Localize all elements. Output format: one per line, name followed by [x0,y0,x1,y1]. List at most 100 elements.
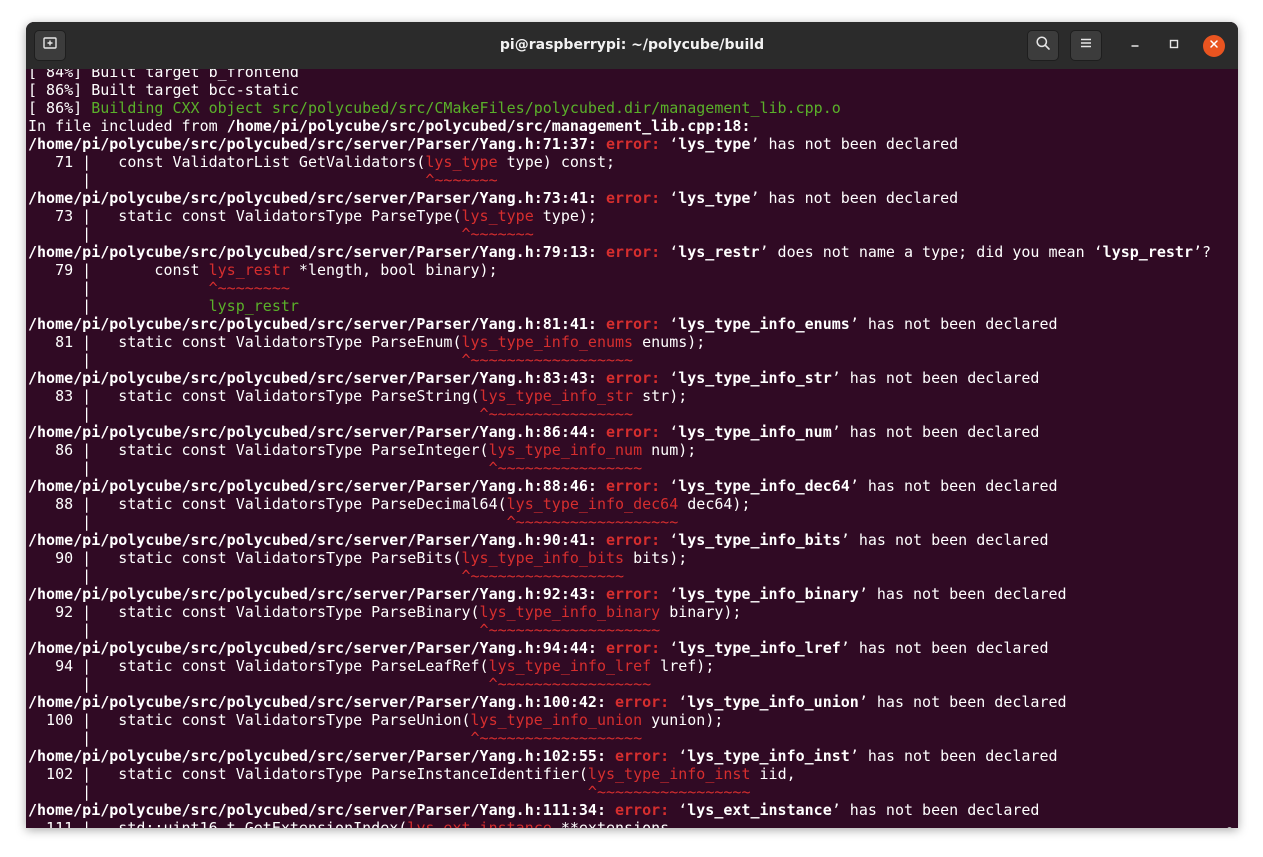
terminal-line: | ^~~~~~~~~~~~~~~~~ [28,405,1211,423]
terminal-text: enums); [633,333,706,351]
terminal-line: 94 | static const ValidatorsType ParseLe… [28,657,1211,675]
terminal-text: | [28,279,209,297]
terminal-text: | [28,225,462,243]
close-button[interactable] [1203,35,1225,57]
terminal-text: | [28,513,507,531]
terminal-text: lys_type_info_inst [587,765,751,783]
terminal-text: lys_type_info_lref [678,639,841,657]
terminal-text: lys_ext_instance [687,801,832,819]
error-label: error: [605,639,670,657]
terminal-text: /home/pi/polycube/src/polycubed/src/serv… [28,531,606,549]
terminal-line: /home/pi/polycube/src/polycubed/src/serv… [28,585,1211,603]
terminal-text: ^~~~~~~~~~~~~~~~~ [488,459,643,477]
terminal-line: | ^~~~~~~~ [28,225,1211,243]
error-label: error: [605,315,670,333]
terminal-text: lys_type [678,135,751,153]
terminal-text: /home/pi/polycube/src/polycubed/src/serv… [28,315,606,333]
terminal-text: /home/pi/polycube/src/polycubed/src/serv… [28,639,606,657]
terminal-text: 73 | static const ValidatorsType ParseTy… [28,207,462,225]
scrollbar-thumb[interactable] [1227,827,1232,828]
terminal-line: | ^~~~~~~~~~~~~~~~~ [28,459,1211,477]
terminal-text: /home/pi/polycube/src/polycubed/src/serv… [28,189,606,207]
terminal-text: ’ has not been declared [849,315,1058,333]
terminal-text: ^~~~~~~~~~~~~~~~~~~ [506,513,679,531]
terminal-text: ’ does not name a type; did you mean ‘ [759,243,1103,261]
terminal-text: ’ has not been declared [750,135,959,153]
terminal-text: 79 | const [28,261,209,279]
terminal-line: In file included from /home/pi/polycube/… [28,117,1211,135]
search-button[interactable] [1027,30,1059,61]
terminal-text: ‘ [669,585,679,603]
terminal-text: ^~~~~~~~ [425,171,498,189]
terminal-text: ^~~~~~~~~~~~~~~~~~~~ [479,621,661,639]
terminal-text: ‘ [669,369,679,387]
terminal-text: /home/pi/polycube/src/polycubed/src/serv… [28,801,615,819]
hamburger-menu-icon [1078,35,1094,56]
terminal-text: 86 | static const ValidatorsType ParseIn… [28,441,489,459]
terminal-text: | [28,351,462,369]
terminal-text: ’ has not been declared [849,747,1058,765]
terminal-text: [ 84%] Built target b_frontend [28,69,299,81]
terminal-line: 86 | static const ValidatorsType ParseIn… [28,441,1211,459]
terminal-text: ^~~~~~~~~~~~~~~~~~~ [470,729,643,747]
terminal-text: ’ has not been declared [750,189,959,207]
terminal-line: | ^~~~~~~~~~~~~~~~~~~ [28,729,1211,747]
terminal-text: | [28,675,489,693]
terminal-text: num); [642,441,697,459]
error-label: error: [605,243,670,261]
terminal-text: lys_type [425,153,498,171]
terminal-line: [ 84%] Built target b_frontend [28,69,1211,81]
terminal-text: /home/pi/polycube/src/polycubed/src/serv… [28,369,606,387]
terminal-line: /home/pi/polycube/src/polycubed/src/serv… [28,423,1211,441]
terminal-text: str); [633,387,688,405]
terminal-output[interactable]: [ 84%] Built target b_frontend[ 86%] Bui… [26,69,1238,828]
terminal-line: 111 | std::uint16_t GetExtensionIndex(ly… [28,819,1211,828]
terminal-text: lys_type_info_lref [488,657,652,675]
terminal-text: | [28,567,462,585]
terminal-text: lys_type_info_dec64 [506,495,679,513]
terminal-text: /home/pi/polycube/src/polycubed/src/serv… [28,243,606,261]
terminal-text: lys_type_info_binary [479,603,661,621]
terminal-text: lys_type_info_inst [687,747,850,765]
terminal-text: /home/pi/polycube/src/polycubed/src/serv… [28,747,615,765]
terminal-text: lys_type_info_bits [461,549,625,567]
terminal-text: /home/pi/polycube/src/polycubed/src/serv… [28,585,606,603]
error-label: error: [615,801,679,819]
terminal-text: dec64); [678,495,751,513]
terminal-line: /home/pi/polycube/src/polycubed/src/serv… [28,531,1211,549]
terminal-text: ‘ [669,477,679,495]
terminal-line: /home/pi/polycube/src/polycubed/src/serv… [28,243,1211,261]
terminal-line: 90 | static const ValidatorsType ParseBi… [28,549,1211,567]
close-icon [1208,37,1220,55]
maximize-icon [1168,37,1180,55]
new-tab-button[interactable] [34,30,66,61]
terminal-line: 71 | const ValidatorList GetValidators(l… [28,153,1211,171]
terminal-text: lys_type_info_union [470,711,643,729]
minimize-button[interactable] [1124,35,1146,57]
terminal-text: 111 | std::uint16_t GetExtensionIndex( [28,819,408,828]
menu-button[interactable] [1070,30,1102,61]
terminal-line: 102 | static const ValidatorsType ParseI… [28,765,1211,783]
terminal-text: ‘ [678,801,688,819]
terminal-line: 81 | static const ValidatorsType ParseEn… [28,333,1211,351]
terminal-line: 73 | static const ValidatorsType ParseTy… [28,207,1211,225]
maximize-button[interactable] [1163,35,1185,57]
terminal-text: /home/pi/polycube/src/polycubed/src/serv… [28,423,606,441]
terminal-text: ‘ [678,747,688,765]
terminal-text: [ 86%] [28,99,92,117]
terminal-line: | ^~~~~~~~~~~~~~~~~~ [28,675,1211,693]
terminal-text: ^~~~~~~~~~~~~~~~~~ [461,567,625,585]
terminal-line: | lysp_restr [28,297,1211,315]
terminal-text: lys_type_info_str [678,369,832,387]
terminal-text: 71 | const ValidatorList GetValidators( [28,153,426,171]
terminal-text: | [28,729,471,747]
terminal-line: 92 | static const ValidatorsType ParseBi… [28,603,1211,621]
terminal-text: | [28,459,489,477]
terminal-text: lys_type_info_dec64 [678,477,850,495]
terminal-text: ^~~~~~~~~~~~~~~~~~ [488,675,652,693]
terminal-text: | [28,171,426,189]
terminal-text: lys_type [678,189,751,207]
terminal-line: | ^~~~~~~~~~~~~~~~~~~~ [28,621,1211,639]
terminal-line: 79 | const lys_restr *length, bool binar… [28,261,1211,279]
terminal-text: ^~~~~~~~~~~~~~~~~~ [587,783,751,801]
